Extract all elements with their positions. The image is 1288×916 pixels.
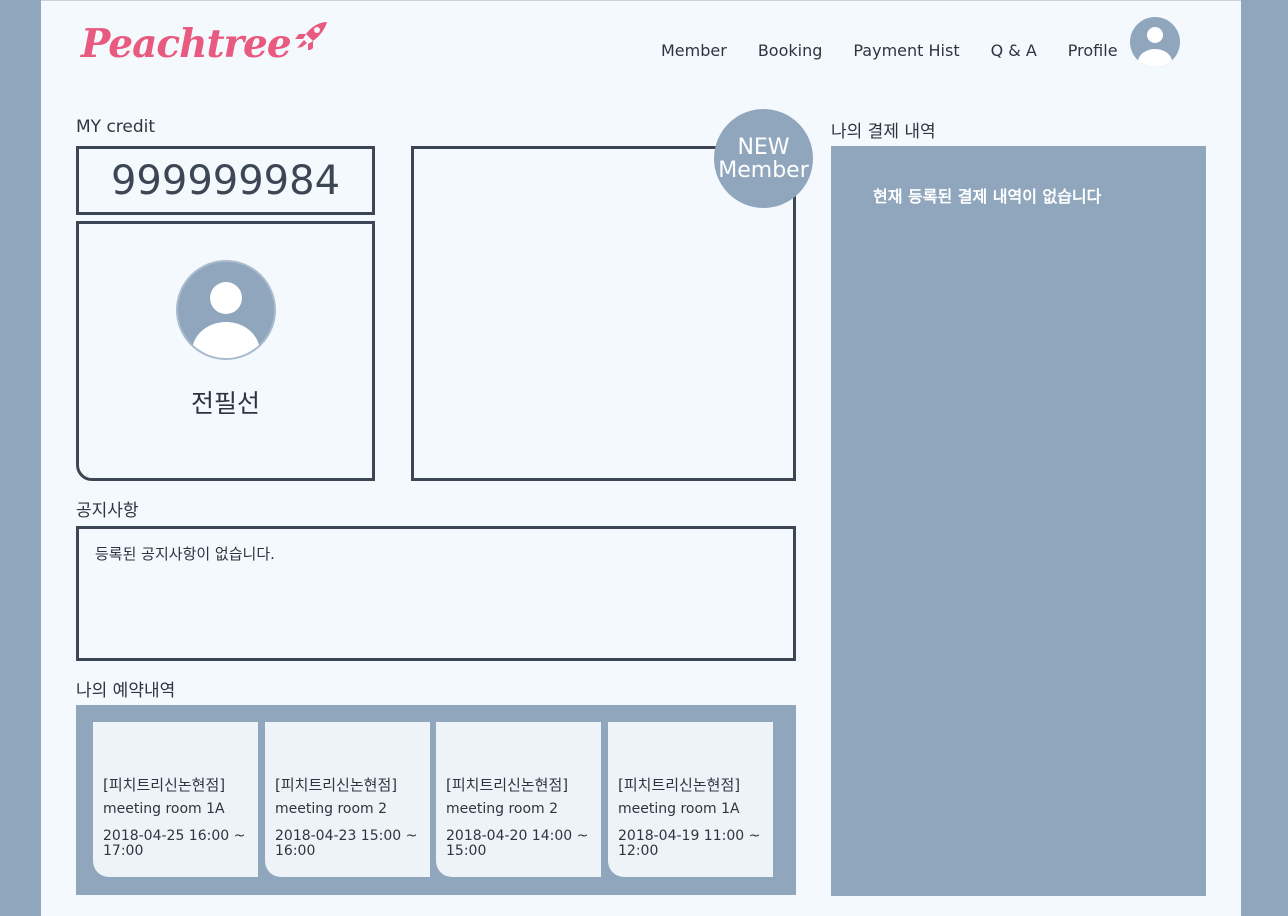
booking-room: meeting room 1A bbox=[618, 801, 740, 817]
bookings-list: [피치트리신논현점] meeting room 1A 2018-04-25 16… bbox=[76, 705, 796, 895]
booking-room: meeting room 2 bbox=[446, 801, 559, 817]
logo-text: Peachtree bbox=[81, 21, 292, 67]
notice-box: 등록된 공지사항이 없습니다. bbox=[76, 526, 796, 661]
payments-label: 나의 결제 내역 bbox=[831, 122, 936, 142]
profile-avatar-icon bbox=[176, 260, 276, 360]
bookings-label: 나의 예약내역 bbox=[76, 681, 176, 701]
nav-member[interactable]: Member bbox=[661, 41, 727, 60]
booking-card[interactable]: [피치트리신논현점] meeting room 1A 2018-04-25 16… bbox=[93, 722, 258, 877]
nav-profile[interactable]: Profile bbox=[1068, 41, 1118, 60]
notice-label: 공지사항 bbox=[76, 501, 139, 521]
booking-time: 2018-04-23 15:00 ~ 16:00 bbox=[275, 828, 418, 859]
booking-room: meeting room 1A bbox=[103, 801, 225, 817]
nav-booking[interactable]: Booking bbox=[758, 41, 823, 60]
page-container: Peachtree Member Booking Payment Hist Q … bbox=[41, 0, 1241, 916]
profile-card: 전필선 bbox=[76, 221, 375, 481]
nav-qna[interactable]: Q & A bbox=[991, 41, 1037, 60]
booking-time: 2018-04-20 14:00 ~ 15:00 bbox=[446, 828, 589, 859]
logo[interactable]: Peachtree bbox=[81, 21, 329, 67]
nav-payment-hist[interactable]: Payment Hist bbox=[853, 41, 959, 60]
notice-empty-text: 등록된 공지사항이 없습니다. bbox=[95, 545, 275, 563]
booking-time: 2018-04-25 16:00 ~ 17:00 bbox=[103, 828, 246, 859]
booking-branch: [피치트리신논현점] bbox=[446, 776, 569, 794]
rocket-icon bbox=[293, 20, 329, 54]
booking-branch: [피치트리신논현점] bbox=[275, 776, 398, 794]
booking-card[interactable]: [피치트리신논현점] meeting room 2 2018-04-23 15:… bbox=[265, 722, 430, 877]
user-avatar-icon[interactable] bbox=[1130, 17, 1180, 67]
main-nav: Member Booking Payment Hist Q & A Profil… bbox=[661, 41, 1118, 60]
booking-branch: [피치트리신논현점] bbox=[618, 776, 741, 794]
booking-time: 2018-04-19 11:00 ~ 12:00 bbox=[618, 828, 761, 859]
booking-card[interactable]: [피치트리신논현점] meeting room 2 2018-04-20 14:… bbox=[436, 722, 601, 877]
payments-empty-text: 현재 등록된 결제 내역이 없습니다 bbox=[873, 187, 1102, 206]
booking-room: meeting room 2 bbox=[275, 801, 388, 817]
badge-line-member: Member bbox=[718, 157, 809, 183]
profile-name: 전필선 bbox=[190, 389, 260, 418]
booking-card[interactable]: [피치트리신논현점] meeting room 1A 2018-04-19 11… bbox=[608, 722, 773, 877]
badge-line-new: NEW bbox=[737, 134, 790, 160]
credit-label: MY credit bbox=[76, 117, 156, 137]
new-member-badge: NEW Member bbox=[714, 109, 813, 208]
credit-value: 999999984 bbox=[76, 146, 375, 215]
payments-panel: 현재 등록된 결제 내역이 없습니다 bbox=[831, 146, 1206, 896]
booking-branch: [피치트리신논현점] bbox=[103, 776, 226, 794]
